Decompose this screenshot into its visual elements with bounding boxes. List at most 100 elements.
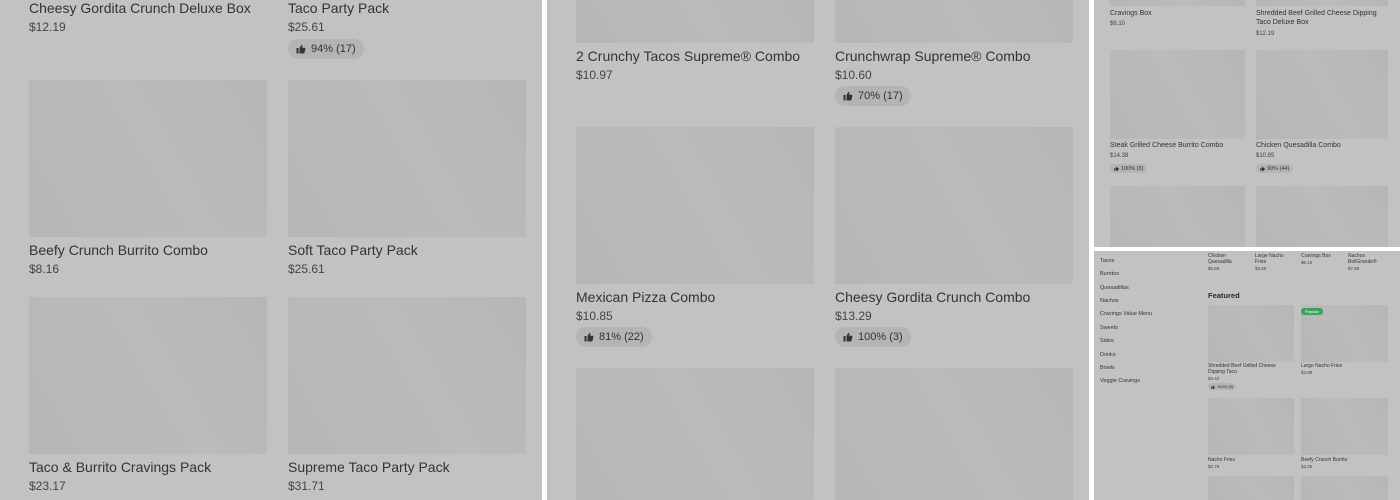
rating-text: 81% (22)	[599, 331, 644, 343]
item-image[interactable]	[1110, 0, 1245, 6]
item-image[interactable]	[29, 297, 267, 454]
item-price: $12.19	[29, 20, 66, 34]
item-image[interactable]	[1208, 476, 1294, 500]
nav-item-cravings-value-menu[interactable]: Cravings Value Menu	[1100, 311, 1152, 317]
item-image[interactable]	[835, 0, 1073, 43]
nav-item-bowls[interactable]: Bowls	[1100, 365, 1115, 371]
item-price: $14.38	[1110, 153, 1129, 159]
item-name[interactable]: Nachos BellGrande®	[1348, 253, 1388, 265]
item-image[interactable]	[29, 80, 267, 237]
item-image[interactable]	[288, 80, 526, 237]
item-price: $3.26	[1301, 464, 1313, 469]
item-price: $25.61	[288, 262, 325, 276]
rating-text: 90% (44)	[1267, 165, 1290, 172]
thumbs-up-icon	[843, 91, 853, 101]
menu-panel-1: Cheesy Gordita Crunch Deluxe Box $12.19 …	[0, 0, 542, 500]
item-image[interactable]	[1301, 476, 1388, 500]
thumbs-up-icon	[843, 332, 853, 342]
item-name[interactable]: Shredded Beef Grilled Cheese Dipping Tac…	[1208, 363, 1294, 375]
item-image[interactable]	[1110, 186, 1245, 247]
item-name[interactable]: Crunchwrap Supreme® Combo	[835, 48, 1031, 64]
rating-text: 70% (17)	[858, 90, 903, 102]
item-price: $13.29	[835, 309, 872, 323]
item-image[interactable]	[835, 368, 1073, 500]
featured-heading: Featured	[1208, 291, 1240, 300]
menu-panel-3: Cravings Box $6.10 Shredded Beef Grilled…	[1094, 0, 1400, 247]
item-price: $4.42	[1208, 376, 1220, 381]
item-price: $6.10	[1110, 21, 1126, 27]
item-price: $6.10	[1301, 260, 1313, 265]
item-name[interactable]: Taco & Burrito Cravings Pack	[29, 459, 211, 475]
item-price: $3.89	[1301, 370, 1313, 375]
item-image[interactable]	[1208, 398, 1294, 455]
item-image[interactable]	[576, 368, 814, 500]
thumbs-up-icon	[1114, 166, 1119, 171]
item-price: $25.61	[288, 20, 325, 34]
item-name[interactable]: Cravings Box	[1301, 253, 1341, 259]
rating-badge: 100% (3)	[835, 327, 911, 347]
menu-panel-2: 2 Crunchy Tacos Supreme® Combo $10.97 Cr…	[547, 0, 1089, 500]
nav-item-burritos[interactable]: Burritos	[1100, 271, 1119, 277]
item-image[interactable]	[1208, 305, 1294, 362]
item-name[interactable]: Chicken Quesadilla	[1208, 253, 1248, 265]
popular-badge: Popular	[1301, 308, 1323, 315]
item-image[interactable]	[1256, 50, 1388, 139]
item-name[interactable]: Supreme Taco Party Pack	[288, 459, 450, 475]
item-price: $31.71	[288, 479, 325, 493]
nav-item-drinks[interactable]: Drinks	[1100, 352, 1116, 358]
thumbs-up-icon	[1211, 384, 1215, 389]
item-price: $2.79	[1208, 464, 1220, 469]
item-name[interactable]: Large Nacho Fries	[1301, 363, 1388, 369]
item-price: $10.97	[576, 68, 613, 82]
item-name[interactable]: Beefy Crunch Burrito	[1301, 457, 1388, 463]
item-name[interactable]: Beefy Crunch Burrito Combo	[29, 242, 208, 258]
nav-item-nachos[interactable]: Nachos	[1100, 298, 1119, 304]
rating-text: 100% (5)	[1217, 384, 1234, 389]
item-name[interactable]: Mexican Pizza Combo	[576, 289, 715, 305]
item-name[interactable]: Nacho Fries	[1208, 457, 1294, 463]
rating-badge: 90% (44)	[1256, 164, 1294, 173]
nav-item-tacos[interactable]: Tacos	[1100, 258, 1114, 264]
item-image[interactable]	[1256, 0, 1388, 6]
item-name[interactable]: Large Nacho Fries	[1255, 253, 1295, 265]
item-name[interactable]: Cravings Box	[1110, 10, 1240, 19]
item-name[interactable]: 2 Crunchy Tacos Supreme® Combo	[576, 48, 800, 64]
item-name[interactable]: Shredded Beef Grilled Cheese Dipping Tac…	[1256, 10, 1388, 27]
rating-text: 100% (3)	[1121, 165, 1144, 172]
item-image[interactable]	[576, 0, 814, 43]
item-image[interactable]	[835, 127, 1073, 284]
rating-text: 94% (17)	[311, 43, 356, 55]
item-name[interactable]: Soft Taco Party Pack	[288, 242, 418, 258]
rating-text: 100% (3)	[858, 331, 903, 343]
thumbs-up-icon	[584, 332, 594, 342]
item-image[interactable]	[288, 297, 526, 454]
nav-item-quesadillas[interactable]: Quesadillas	[1100, 285, 1129, 291]
item-image[interactable]	[576, 127, 814, 284]
item-name[interactable]: Taco Party Pack	[288, 0, 389, 16]
nav-item-sides[interactable]: Sides	[1100, 338, 1114, 344]
item-price: $6.59	[1208, 266, 1220, 271]
item-image[interactable]	[1256, 186, 1388, 247]
item-name[interactable]: Cheesy Gordita Crunch Combo	[835, 289, 1030, 305]
item-price: $8.16	[29, 262, 60, 276]
item-price: $7.60	[1348, 266, 1360, 271]
rating-badge: 70% (17)	[835, 86, 911, 106]
item-price: $23.17	[29, 479, 66, 493]
item-price: $3.89	[1255, 266, 1267, 271]
nav-item-veggie-cravings[interactable]: Veggie Cravings	[1100, 378, 1140, 384]
item-image[interactable]	[1110, 50, 1245, 139]
item-name[interactable]: Cheesy Gordita Crunch Deluxe Box	[29, 0, 251, 16]
item-price: $10.85	[1256, 153, 1275, 159]
rating-badge: 94% (17)	[288, 39, 364, 59]
rating-badge: 100% (3)	[1110, 164, 1148, 173]
menu-panel-4: Tacos Burritos Quesadillas Nachos Cravin…	[1094, 251, 1400, 500]
rating-badge: 100% (5)	[1208, 383, 1237, 390]
nav-item-sweets[interactable]: Sweets	[1100, 325, 1118, 331]
item-name[interactable]: Steak Grilled Cheese Burrito Combo	[1110, 142, 1250, 151]
thumbs-up-icon	[1260, 166, 1265, 171]
item-price: $10.60	[835, 68, 872, 82]
item-price: $10.85	[576, 309, 613, 323]
thumbs-up-icon	[296, 44, 306, 54]
item-name[interactable]: Chicken Quesadilla Combo	[1256, 142, 1388, 151]
item-image[interactable]	[1301, 398, 1388, 455]
